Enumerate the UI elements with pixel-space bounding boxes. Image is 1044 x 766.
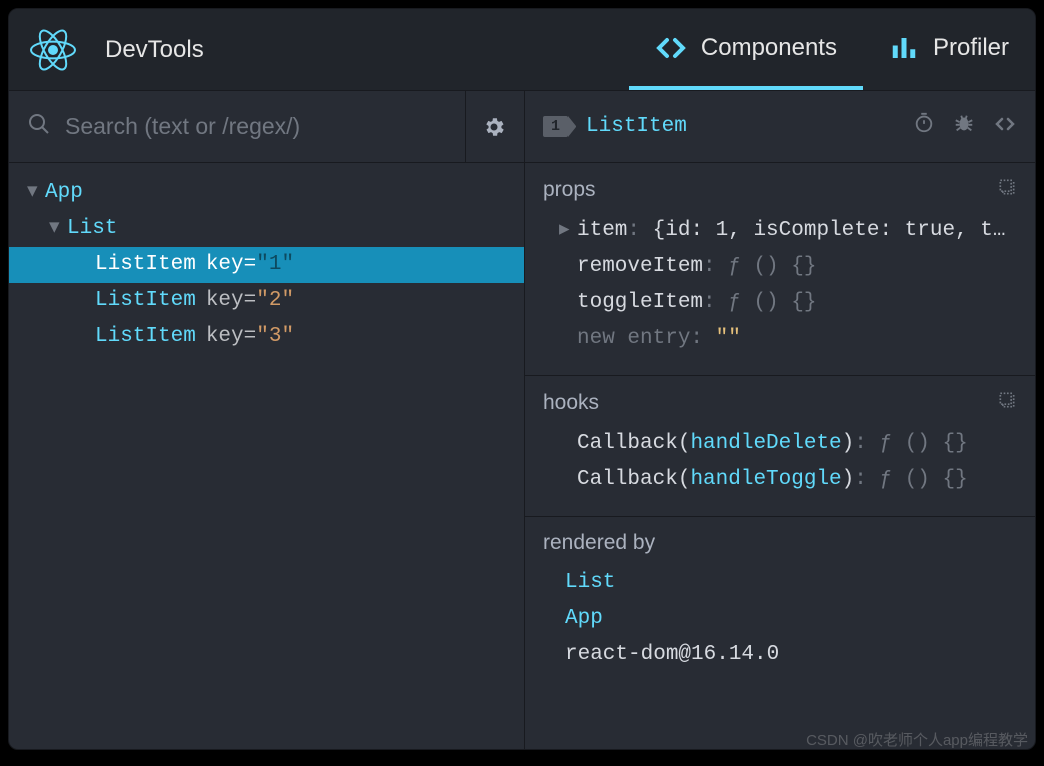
tree-row-listitem[interactable]: ListItem key="2" [9, 283, 524, 319]
component-name: List [67, 211, 117, 247]
section-title: props [543, 178, 997, 202]
app-title: DevTools [105, 36, 204, 64]
rendered-by-section: rendered by ListAppreact-dom@16.14.0 [525, 517, 1035, 691]
hooks-section: hooks Callback(handleDelete): ƒ () {}Cal… [525, 376, 1035, 517]
tab-label: Components [701, 34, 837, 62]
body: ▾App▾ListListItemkey="1"ListItemkey="2"L… [9, 91, 1035, 749]
watermark: CSDN @吹老师个人app编程教学 [806, 729, 1028, 750]
title-section: DevTools [9, 26, 629, 74]
prop-value: ƒ () {} [728, 291, 816, 314]
prop-key: item [577, 219, 627, 242]
prop-row[interactable]: new entry: "" [543, 321, 1017, 357]
hook-arg: handleToggle [690, 468, 841, 491]
component-name: ListItem [95, 283, 196, 319]
prop-row[interactable]: ▸item: {id: 1, isComplete: true, t… [543, 213, 1017, 249]
prop-key: removeItem [577, 255, 703, 278]
hook-arg: handleDelete [690, 432, 841, 455]
left-pane: ▾App▾ListListItemkey="1"ListItemkey="2"L… [9, 91, 525, 749]
code-icon [655, 32, 687, 64]
rendered-by-item[interactable]: App [565, 601, 1017, 637]
bug-icon[interactable] [953, 112, 975, 141]
react-logo-icon [29, 26, 77, 74]
tab-profiler[interactable]: Profiler [863, 9, 1035, 90]
tree-row-app[interactable]: ▾App [9, 175, 524, 211]
prop-value: {id: 1, isComplete: true, t… [653, 219, 1006, 242]
key-attr: key="2" [206, 283, 294, 319]
search-bar [9, 91, 524, 163]
prop-row[interactable]: toggleItem: ƒ () {} [543, 285, 1017, 321]
rendered-by-item[interactable]: List [565, 565, 1017, 601]
key-attr: key="1" [206, 247, 294, 283]
tree-row-list[interactable]: ▾List [9, 211, 524, 247]
settings-button[interactable] [465, 91, 506, 162]
hook-row[interactable]: Callback(handleToggle): ƒ () {} [543, 462, 1017, 498]
suspend-icon[interactable] [913, 112, 935, 141]
tab-label: Profiler [933, 34, 1009, 62]
tab-components[interactable]: Components [629, 9, 863, 90]
search-icon [27, 112, 51, 141]
hook-value: ƒ () {} [880, 432, 968, 455]
hook-name: Callback [577, 468, 678, 491]
caret-down-icon: ▾ [27, 175, 41, 211]
rendered-by-item: react-dom@16.14.0 [565, 637, 1017, 673]
hook-name: Callback [577, 432, 678, 455]
prop-key: new entry [577, 327, 690, 350]
section-title: hooks [543, 391, 997, 415]
tabs: Components Profiler [629, 9, 1035, 90]
devtools-window: DevTools Components Profiler [8, 8, 1036, 750]
view-source-icon[interactable] [993, 112, 1017, 141]
prop-value: "" [716, 327, 741, 350]
detail-actions [913, 112, 1017, 141]
header: DevTools Components Profiler [9, 9, 1035, 91]
right-pane: 1 ListItem props ▸item: {id: 1, isComple… [525, 91, 1035, 749]
prop-row[interactable]: removeItem: ƒ () {} [543, 249, 1017, 285]
props-section: props ▸item: {id: 1, isComplete: true, t… [525, 163, 1035, 376]
tree-row-listitem[interactable]: ListItem key="1" [9, 247, 524, 283]
tree-row-listitem[interactable]: ListItem key="3" [9, 319, 524, 355]
bars-icon [889, 33, 919, 63]
search-input[interactable] [65, 113, 465, 140]
prop-key: toggleItem [577, 291, 703, 314]
copy-icon[interactable] [997, 177, 1017, 203]
key-attr: key="3" [206, 319, 294, 355]
prop-value: ƒ () {} [728, 255, 816, 278]
selected-component-name: ListItem [586, 115, 913, 138]
caret-down-icon: ▾ [49, 211, 63, 247]
caret-right-icon: ▸ [559, 213, 571, 249]
breadcrumb-badge[interactable]: 1 [543, 116, 568, 137]
component-name: ListItem [95, 247, 196, 283]
section-title: rendered by [543, 531, 1017, 555]
component-tree: ▾App▾ListListItemkey="1"ListItemkey="2"L… [9, 163, 524, 355]
copy-icon[interactable] [997, 390, 1017, 416]
detail-header: 1 ListItem [525, 91, 1035, 163]
component-name: App [45, 175, 83, 211]
hook-value: ƒ () {} [880, 468, 968, 491]
component-name: ListItem [95, 319, 196, 355]
hook-row[interactable]: Callback(handleDelete): ƒ () {} [543, 426, 1017, 462]
